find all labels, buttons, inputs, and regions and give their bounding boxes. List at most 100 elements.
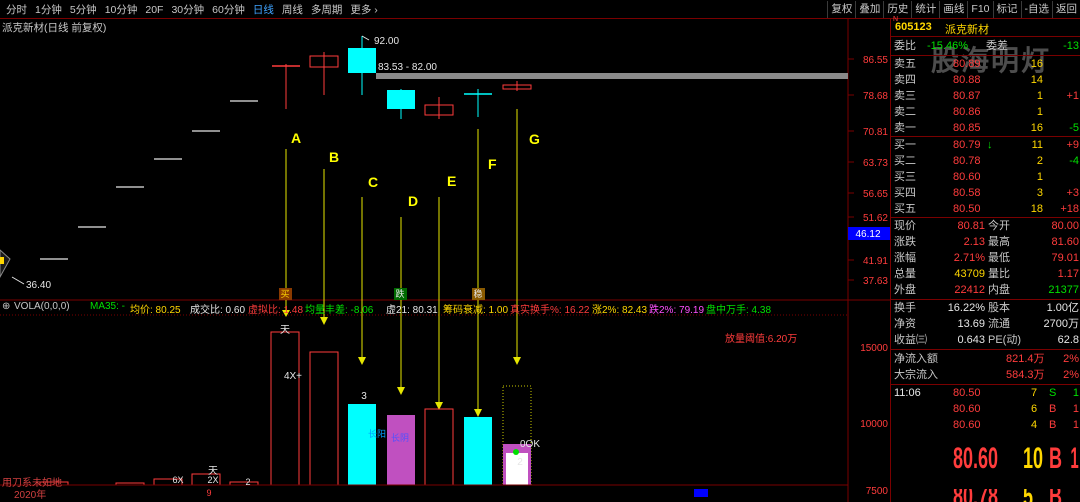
f10-button[interactable]: F10: [967, 1, 992, 18]
tab-multi-period[interactable]: 多周期: [307, 3, 347, 17]
letter-f: F: [488, 156, 497, 172]
price-tick: 56.65: [863, 189, 888, 200]
tab-20f[interactable]: 20F: [141, 3, 167, 17]
stat-row: 外盘 22412 内盘 21377: [894, 284, 1079, 296]
right-toolbar: 复权 叠加 历史 统计 画线 F10 标记 -自选 返回: [827, 1, 1080, 18]
svg-text:3: 3: [361, 391, 367, 402]
svg-text:天: 天: [280, 325, 290, 336]
tick-row: 80.60 6 B 1: [953, 403, 1079, 415]
tab-more[interactable]: 更多 ›: [346, 3, 381, 17]
current-price-label: 46.12: [855, 229, 880, 240]
weibi-row: 委比 -15.46% 委差 -13: [894, 40, 1079, 52]
remove-watchlist-button[interactable]: -自选: [1020, 1, 1053, 18]
tab-fenshi[interactable]: 分时: [2, 3, 31, 17]
letter-d: D: [408, 193, 418, 209]
vol-tick: 15000: [860, 343, 888, 354]
price-tick: 41.91: [863, 256, 888, 267]
year-label: 2020年: [14, 488, 46, 501]
stats-button[interactable]: 统计: [911, 1, 939, 18]
ask-row[interactable]: 卖二 80.86 1: [891, 104, 1080, 120]
ask-row[interactable]: 卖四 80.88 14: [891, 72, 1080, 88]
top-toolbar: 分时 1分钟 5分钟 10分钟 20F 30分钟 60分钟 日线 周线 多周期 …: [0, 0, 1080, 19]
big-tick-row: 80.78 5 B: [891, 489, 1080, 502]
price-axis: 86.55 78.68 70.81 63.73 56.65 51.62 46.1…: [848, 55, 890, 287]
quote-panel: N 605123 派克新材 股海明灯 委比 -15.46% 委差 -13 卖五 …: [890, 16, 1080, 502]
range-label: 83.53 - 82.00: [378, 62, 437, 73]
tick-row: 80.60 4 B 1: [953, 419, 1079, 431]
bid-row[interactable]: 买二 80.78 2 -4: [891, 153, 1080, 169]
down-arrow-icon: ↓: [987, 139, 993, 151]
chip-decay: 筹码衰减: 1.00: [443, 305, 509, 316]
tab-5min[interactable]: 5分钟: [66, 3, 101, 17]
stat-row: 涨跌 2.13 最高 81.60: [894, 236, 1079, 248]
overlay-button[interactable]: 叠加: [855, 1, 883, 18]
pan-value: 盘中万手: 4.38: [706, 305, 772, 316]
stat-row: 换手 16.22% 股本 1.00亿: [894, 302, 1079, 314]
stat-row: 收益㈢ 0.643 PE(动) 62.8: [894, 334, 1079, 346]
big-tick-row: 80.60 10 B 1: [953, 442, 1079, 475]
stat-row: 总量 43709 量比 1.17: [894, 268, 1079, 280]
indicator-toggle[interactable]: ⊕: [2, 301, 10, 312]
range-band: [376, 73, 848, 79]
mark-button[interactable]: 标记: [992, 1, 1021, 18]
tab-30min[interactable]: 30分钟: [167, 3, 208, 17]
early-candles: [40, 100, 258, 260]
volume-axis: 15000 10000 7500: [860, 343, 888, 497]
tab-60min[interactable]: 60分钟: [208, 3, 249, 17]
svg-text:0OK: 0OK: [520, 439, 540, 450]
flow-row: 大宗流入 584.3万 2%: [894, 369, 1079, 381]
ask-row[interactable]: 卖一 80.85 16 -5: [891, 120, 1080, 136]
vir21: 虚21: 80.31: [386, 305, 438, 316]
svg-text:稳: 稳: [473, 288, 482, 299]
stock-name: 派克新材: [945, 24, 989, 36]
svg-text:6X: 6X: [172, 475, 183, 485]
fuquan-button[interactable]: 复权: [827, 1, 855, 18]
volume-bars: [0, 331, 848, 497]
tab-daily[interactable]: 日线: [249, 3, 278, 17]
price-tick: 37.63: [863, 276, 888, 287]
bid-row[interactable]: 买三 80.60 1: [891, 169, 1080, 185]
virtual-ratio: 虚拟比: 1.48: [248, 305, 304, 316]
real-turnover: 真实换手%: 16.22: [510, 305, 590, 316]
stat-row: 现价 80.81 今开 80.00: [894, 220, 1079, 232]
back-button[interactable]: 返回: [1052, 1, 1080, 18]
svg-text:跌: 跌: [395, 289, 404, 299]
stock-code: 605123: [895, 21, 932, 33]
bid-row[interactable]: 买四 80.58 3 +3: [891, 185, 1080, 201]
svg-text:4X+: 4X+: [284, 371, 302, 382]
svg-text:长阴: 长阴: [391, 432, 409, 443]
price-tick: 63.73: [863, 158, 888, 169]
letter-g: G: [529, 131, 540, 147]
svg-text:9: 9: [206, 488, 211, 498]
svg-text:2: 2: [517, 457, 523, 468]
up2-value: 涨2%: 82.43: [592, 305, 648, 316]
svg-text:2: 2: [245, 477, 250, 487]
svg-text:长阳: 长阳: [368, 428, 386, 439]
price-tick: 86.55: [863, 55, 888, 66]
stat-row: 涨幅 2.71% 最低 79.01: [894, 252, 1079, 264]
price-tick: 70.81: [863, 127, 888, 138]
indicator-name[interactable]: VOLA(0,0,0): [14, 301, 70, 312]
draw-line-button[interactable]: 画线: [939, 1, 967, 18]
bid-row[interactable]: 买一 80.79 ↓ 11 +9: [891, 137, 1080, 153]
tab-10min[interactable]: 10分钟: [101, 3, 142, 17]
letter-e: E: [447, 173, 456, 189]
high-label: 92.00: [374, 36, 399, 47]
bid-row[interactable]: 买五 80.50 18 +18: [891, 201, 1080, 217]
low-label: 36.40: [26, 280, 51, 291]
ask-row[interactable]: 卖五 80.89 16: [891, 56, 1080, 72]
period-tabs: 分时 1分钟 5分钟 10分钟 20F 30分钟 60分钟 日线 周线 多周期 …: [2, 3, 382, 17]
svg-text:2X: 2X: [207, 475, 218, 485]
kline-chart-area[interactable]: 86.55 78.68 70.81 63.73 56.65 51.62 46.1…: [0, 19, 890, 502]
ma35-value: MA35: -: [90, 301, 126, 312]
letter-b: B: [329, 149, 339, 165]
tab-1min[interactable]: 1分钟: [31, 3, 66, 17]
ask-row[interactable]: 卖三 80.87 1 +1: [891, 88, 1080, 104]
tick-row: 11:06 80.50 7 S 1: [894, 387, 1079, 399]
quote-header: N 605123 派克新材: [891, 16, 1080, 37]
kline-svg: 86.55 78.68 70.81 63.73 56.65 51.62 46.1…: [0, 19, 890, 502]
tab-weekly[interactable]: 周线: [278, 3, 307, 17]
vol-tick: 10000: [860, 419, 888, 430]
stock-title: 派克新材(日线 前复权): [2, 22, 107, 34]
vol-diff: 均量丰差: -8.06: [305, 305, 374, 316]
